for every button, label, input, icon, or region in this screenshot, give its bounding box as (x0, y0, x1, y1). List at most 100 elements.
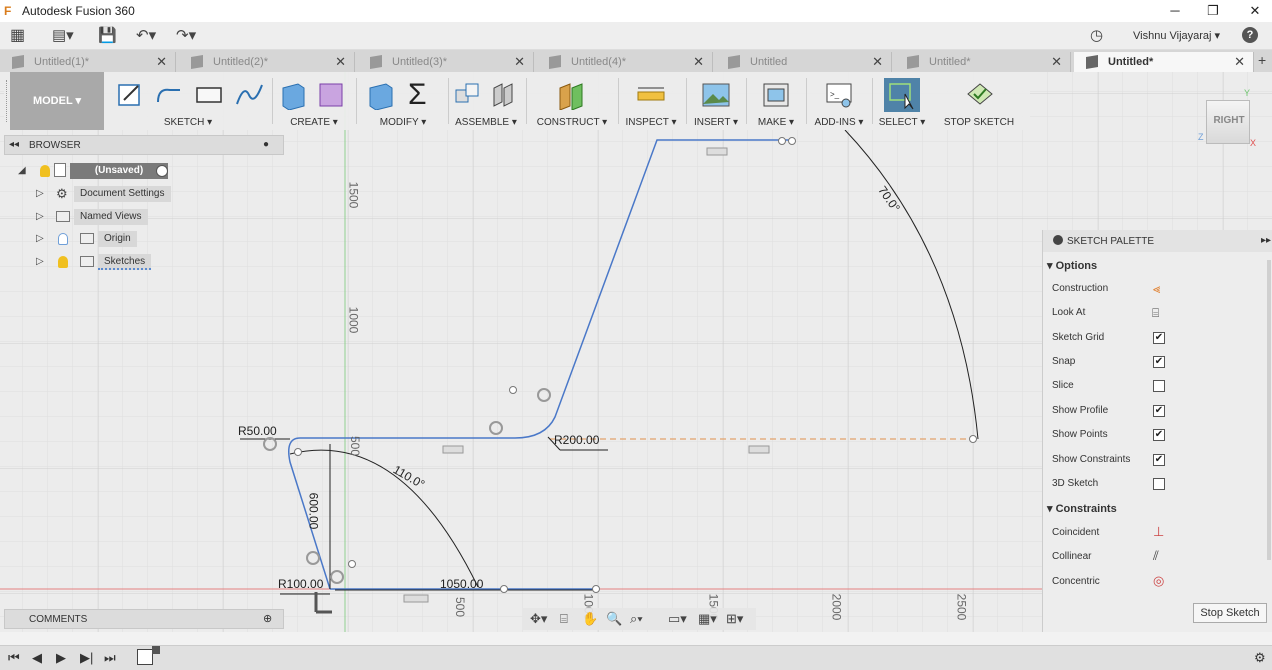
visibility-bulb-off-icon[interactable] (58, 233, 68, 245)
stop-sketch-button[interactable]: Stop Sketch (1193, 603, 1267, 623)
step-forward-icon[interactable]: ▶| (80, 650, 93, 666)
show-constraints-checkbox[interactable]: ✔ (1153, 454, 1165, 466)
viewports-icon[interactable]: ⊞▾ (726, 611, 743, 627)
constraints-section[interactable]: ▾ Constraints (1047, 502, 1117, 515)
go-to-end-icon[interactable]: ⏭ (104, 650, 116, 666)
options-section[interactable]: ▾ Options (1047, 259, 1097, 272)
collapse-triangle-icon[interactable]: ◢ (18, 165, 28, 177)
play-icon[interactable]: ▶ (56, 650, 66, 666)
toolbar-grip[interactable] (6, 80, 8, 122)
browser-root-label[interactable]: (Unsaved) (70, 163, 168, 179)
expand-palette-icon[interactable]: ▸▸ (1261, 235, 1271, 246)
document-tab[interactable]: Untitled(4)* ✕ (537, 52, 713, 72)
close-tab-icon[interactable]: ✕ (872, 54, 883, 70)
visibility-bulb-icon[interactable] (40, 165, 50, 177)
go-to-start-icon[interactable]: ⏮ (8, 650, 20, 666)
browser-item-label[interactable]: Origin (98, 231, 137, 247)
expand-triangle-icon[interactable]: ▷ (36, 256, 46, 268)
option-show-constraints[interactable]: Show Constraints ✔ (1043, 449, 1272, 473)
user-menu[interactable]: Vishnu Vijayaraj ▾ (1133, 29, 1220, 42)
workspace-switcher[interactable]: MODEL ▾ (10, 72, 104, 130)
make-group[interactable]: MAKE ▾ (748, 72, 804, 130)
close-tab-icon[interactable]: ✕ (335, 54, 346, 70)
look-at-icon[interactable]: ⌸ (1152, 306, 1159, 321)
browser-root-row[interactable]: ◢ (Unsaved) (18, 163, 208, 181)
document-tab[interactable]: Untitled(1)* ✕ (0, 52, 176, 72)
radius-dimension[interactable]: R200.00 (554, 433, 599, 447)
document-tab[interactable]: Untitled(3)* ✕ (358, 52, 534, 72)
modify-group[interactable]: Σ MODIFY ▾ (360, 72, 446, 130)
close-icon[interactable]: ✕ (1244, 2, 1266, 20)
assemble-group[interactable]: ASSEMBLE ▾ (450, 72, 522, 130)
collinear-icon[interactable]: ⫽ (1153, 548, 1159, 564)
browser-item-sketches[interactable]: ▷ Sketches (36, 254, 206, 272)
orbit-icon[interactable]: ✥▾ (530, 611, 547, 627)
radius-dimension[interactable]: R100.00 (278, 577, 323, 591)
comments-panel-header[interactable]: COMMENTS ⊕ (4, 609, 284, 629)
3d-sketch-checkbox[interactable] (1153, 478, 1165, 490)
close-tab-icon[interactable]: ✕ (1234, 54, 1245, 70)
browser-item-named-views[interactable]: ▷ Named Views (36, 209, 206, 227)
grid-settings-icon[interactable]: ▦▾ (698, 611, 717, 627)
create-group[interactable]: CREATE ▾ (276, 72, 352, 130)
stop-sketch-group[interactable]: STOP SKETCH (940, 72, 1018, 130)
pan-icon[interactable]: ✋ (582, 611, 598, 627)
option-show-profile[interactable]: Show Profile ✔ (1043, 400, 1272, 424)
option-slice[interactable]: Slice (1043, 375, 1272, 399)
fit-icon[interactable]: ⌕▾ (630, 611, 643, 627)
minimize-icon[interactable]: ─ (1164, 2, 1186, 20)
radius-dimension[interactable]: R50.00 (238, 424, 277, 438)
construct-group[interactable]: CONSTRUCT ▾ (530, 72, 614, 130)
document-tab-active[interactable]: Untitled* ✕ (1074, 52, 1254, 72)
document-tab[interactable]: Untitled(2)* ✕ (179, 52, 355, 72)
option-3d-sketch[interactable]: 3D Sketch (1043, 473, 1272, 497)
option-show-points[interactable]: Show Points ✔ (1043, 424, 1272, 448)
collapse-panel-icon[interactable]: ◂◂ (9, 139, 19, 150)
select-group[interactable]: SELECT ▾ (874, 72, 930, 130)
expand-triangle-icon[interactable]: ▷ (36, 211, 46, 223)
browser-item-label[interactable]: Named Views (74, 209, 148, 225)
constraint-concentric[interactable]: Concentric ◎ (1043, 571, 1272, 595)
display-settings-icon[interactable]: ▭▾ (668, 611, 687, 627)
option-snap[interactable]: Snap ✔ (1043, 351, 1272, 375)
sketch-timeline-feature-icon[interactable] (137, 649, 153, 665)
constraint-collinear[interactable]: Collinear ⫽ (1043, 546, 1272, 570)
sketch-grid-checkbox[interactable]: ✔ (1153, 332, 1165, 344)
browser-panel-header[interactable]: ◂◂ BROWSER ● (4, 135, 284, 155)
length-dimension[interactable]: 1050.00 (440, 577, 483, 591)
close-tab-icon[interactable]: ✕ (1051, 54, 1062, 70)
browser-item-label[interactable]: Sketches (98, 254, 152, 270)
option-look-at[interactable]: Look At ⌸ (1043, 302, 1272, 326)
palette-scrollbar[interactable] (1267, 260, 1271, 560)
document-tab[interactable]: Untitled* ✕ (895, 52, 1071, 72)
step-back-icon[interactable]: ◀ (32, 650, 42, 666)
viewcube[interactable]: RIGHT (1206, 100, 1250, 144)
expand-triangle-icon[interactable]: ▷ (36, 188, 46, 200)
add-ins-group[interactable]: >_ ADD-INS ▾ (808, 72, 870, 130)
viewcube-face-right[interactable]: RIGHT (1207, 115, 1251, 126)
save-icon[interactable]: 💾 (98, 27, 117, 45)
look-at-view-icon[interactable]: ⌸ (560, 611, 568, 627)
sketch-group[interactable]: SKETCH ▾ (108, 72, 268, 130)
construction-icon[interactable]: ⪡ (1153, 281, 1160, 297)
close-tab-icon[interactable]: ✕ (693, 54, 704, 70)
height-dimension[interactable]: 600.00 (306, 493, 320, 530)
timeline-marker[interactable] (152, 646, 160, 654)
concentric-icon[interactable]: ◎ (1153, 573, 1164, 589)
browser-toggle-icon[interactable]: ● (263, 139, 269, 150)
help-icon[interactable]: ? (1242, 27, 1258, 43)
option-construction[interactable]: Construction ⪡ (1043, 278, 1272, 302)
close-tab-icon[interactable]: ✕ (156, 54, 167, 70)
timeline-settings-icon[interactable]: ⚙ (1254, 650, 1266, 666)
add-comment-icon[interactable]: ⊕ (263, 612, 272, 625)
option-sketch-grid[interactable]: Sketch Grid ✔ (1043, 327, 1272, 351)
browser-item-origin[interactable]: ▷ Origin (36, 231, 206, 249)
zoom-icon[interactable]: 🔍 (606, 611, 622, 627)
show-points-checkbox[interactable]: ✔ (1153, 429, 1165, 441)
show-profile-checkbox[interactable]: ✔ (1153, 405, 1165, 417)
close-tab-icon[interactable]: ✕ (514, 54, 525, 70)
file-menu-icon[interactable]: ▤▾ (52, 27, 74, 45)
inspect-group[interactable]: INSPECT ▾ (620, 72, 682, 130)
browser-item-label[interactable]: Document Settings (74, 186, 171, 202)
document-tab[interactable]: Untitled ✕ (716, 52, 892, 72)
